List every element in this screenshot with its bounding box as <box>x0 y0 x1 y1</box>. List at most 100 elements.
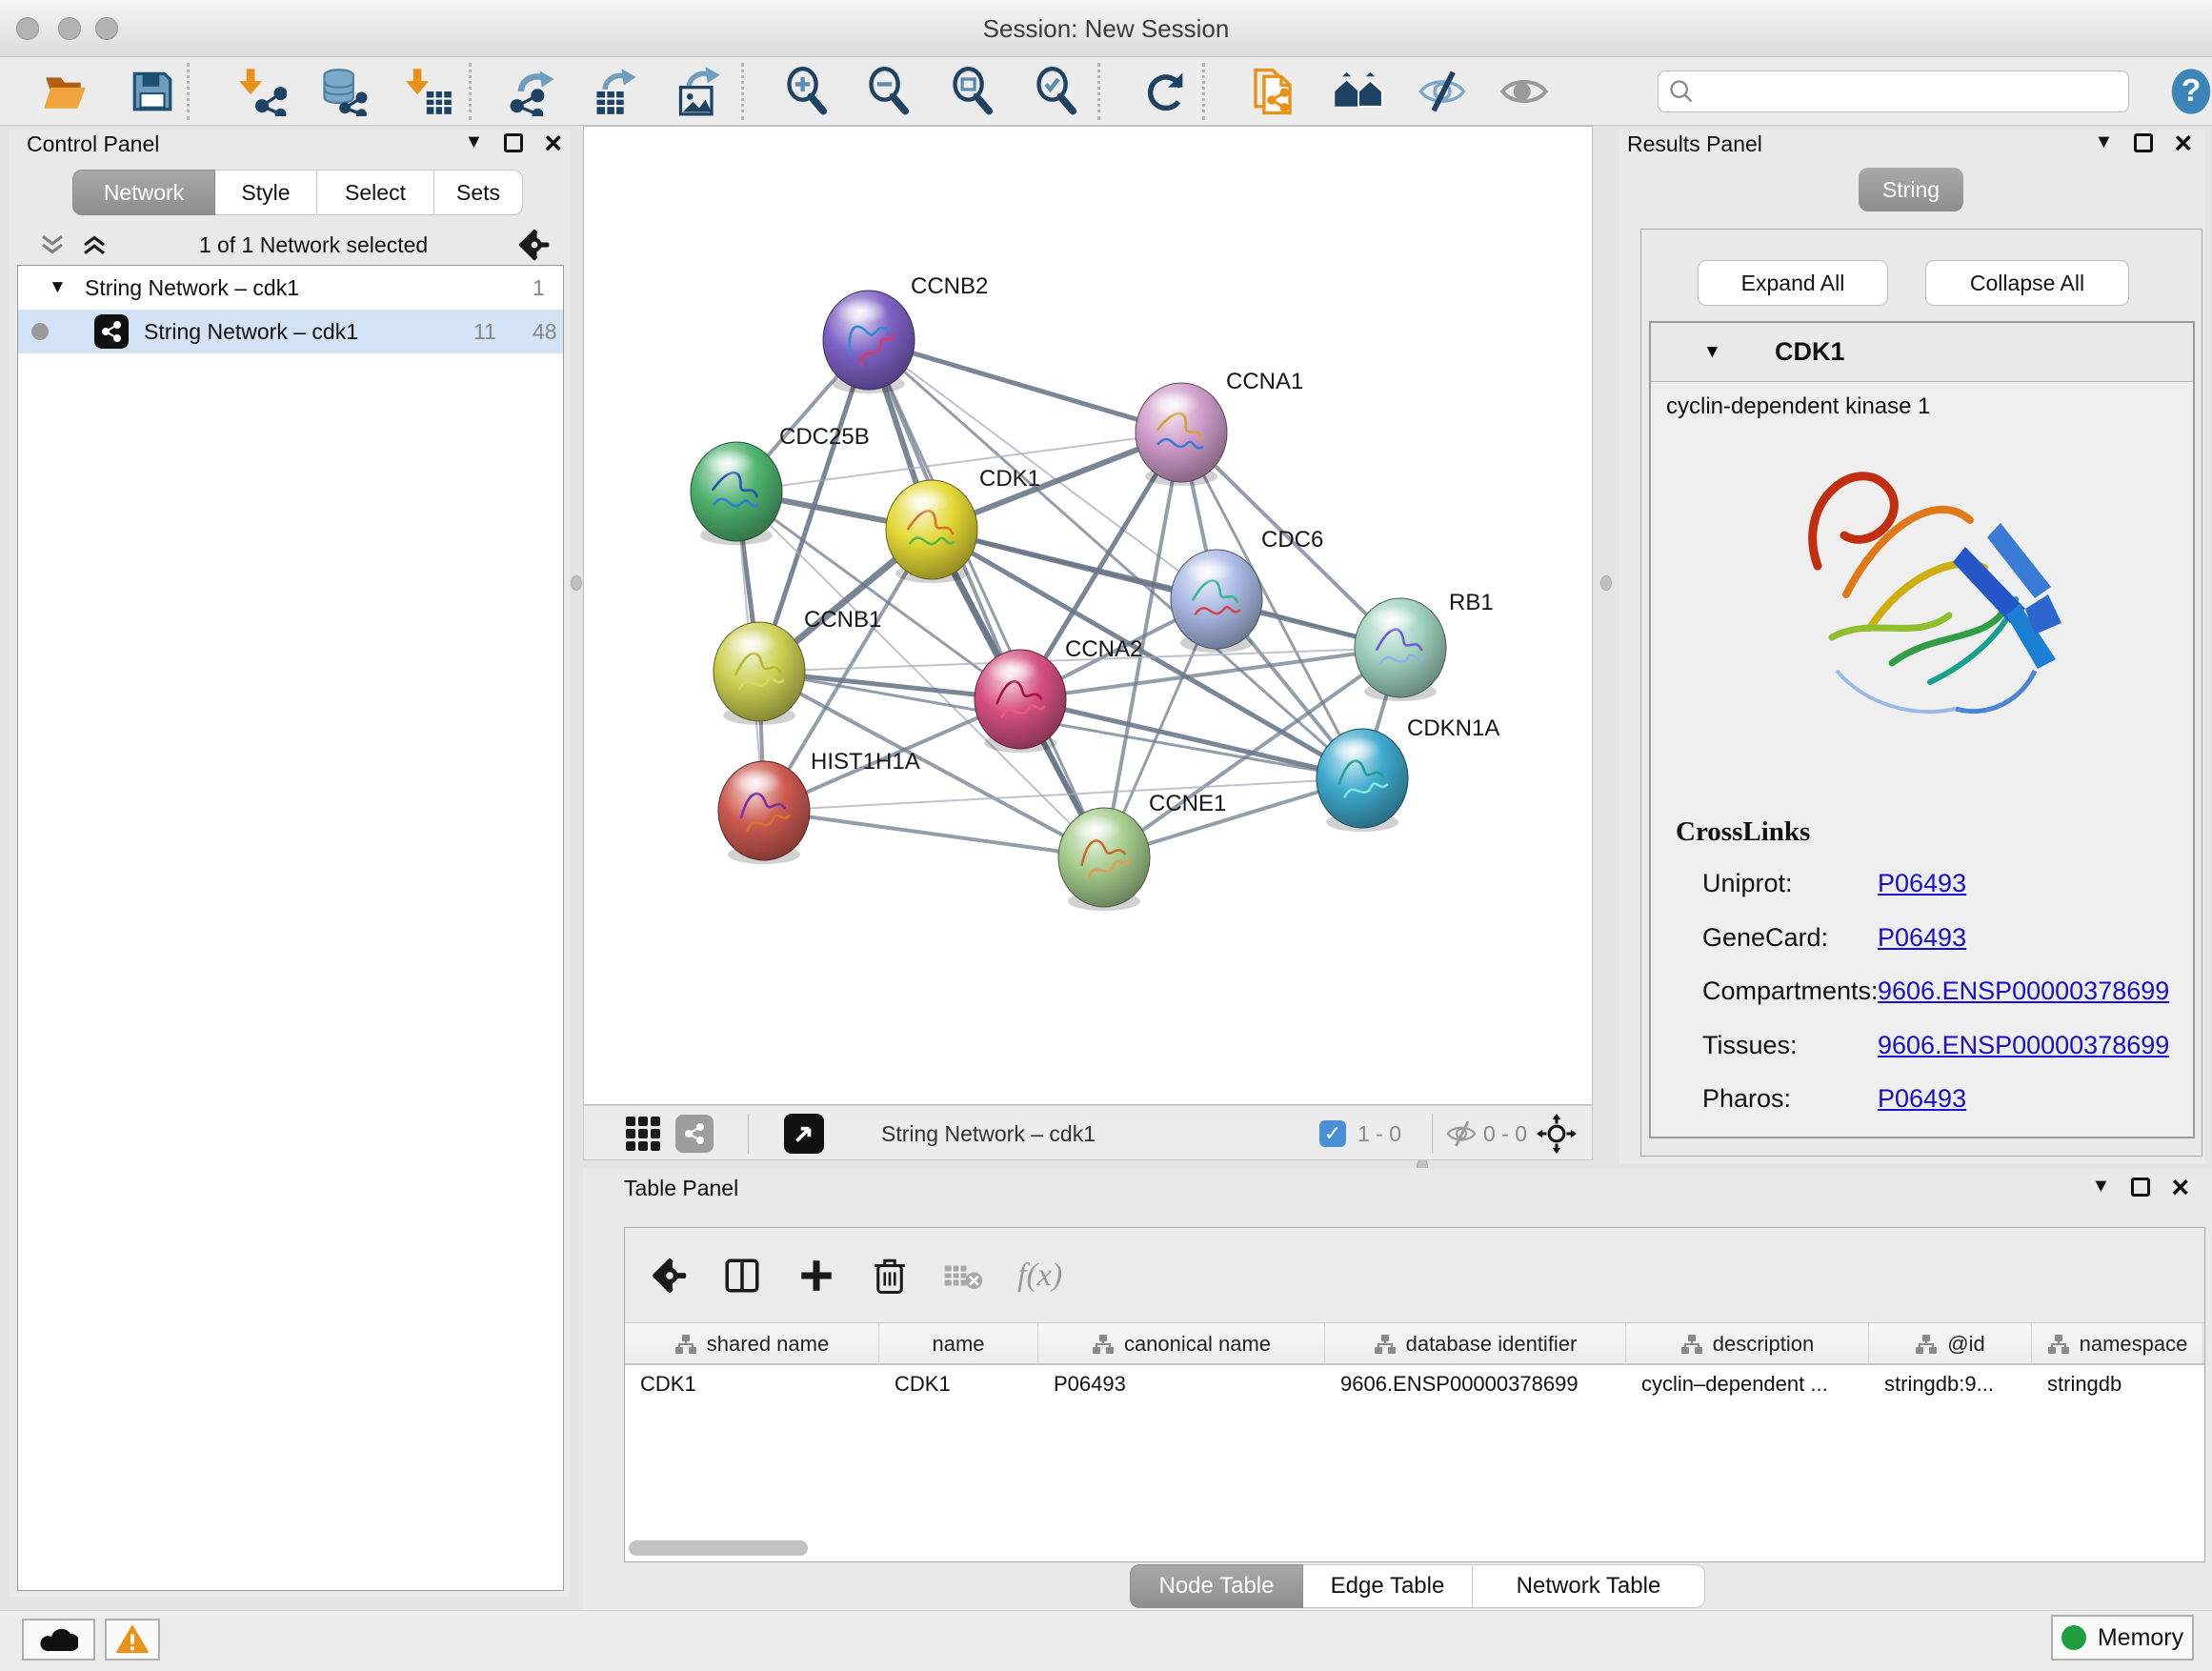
table-panel: Table Panel ▼ × f(x) shared namenamecano… <box>583 1168 2212 1610</box>
column-header-description[interactable]: description <box>1626 1323 1869 1365</box>
card-expander-icon[interactable]: ▼ <box>1703 342 1721 363</box>
open-session-icon[interactable] <box>38 65 91 118</box>
tab-node-table[interactable]: Node Table <box>1130 1564 1303 1608</box>
warning-status-button[interactable] <box>105 1619 160 1661</box>
home-networks-icon[interactable] <box>1332 65 1385 118</box>
table-cell[interactable]: CDK1 <box>625 1365 879 1403</box>
tree-expander-icon[interactable]: ▼ <box>49 277 67 298</box>
table-panel-menu-icon[interactable]: ▼ <box>2092 1176 2111 1198</box>
protein-card-header[interactable]: ▼ CDK1 <box>1651 323 2193 382</box>
results-panel-float-icon[interactable] <box>2134 133 2153 152</box>
zoom-selected-icon[interactable] <box>1031 65 1084 118</box>
control-panel-close-icon[interactable]: × <box>544 133 562 152</box>
zoom-in-icon[interactable] <box>781 65 835 118</box>
network-view-canvas[interactable]: CCNB2CCNA1CDC25BCDK1CDC6RB1CCNB1CCNA2CDK… <box>583 126 1593 1105</box>
table-panel-float-icon[interactable] <box>2131 1178 2150 1197</box>
table-cell[interactable]: cyclin–dependent ... <box>1626 1365 1869 1403</box>
zoom-out-icon[interactable] <box>863 65 916 118</box>
network-edge[interactable] <box>764 811 1104 857</box>
crosslink-link[interactable]: 9606.ENSP00000378699 <box>1878 976 2169 1006</box>
collapse-all-tree-icon[interactable] <box>38 232 67 257</box>
network-overview-share-icon[interactable] <box>675 1106 714 1161</box>
zoom-fit-icon[interactable] <box>947 65 1000 118</box>
network-node-ccna2[interactable] <box>975 650 1066 753</box>
import-network-icon[interactable] <box>235 65 289 118</box>
help-icon[interactable]: ? <box>2164 65 2212 118</box>
tab-select[interactable]: Select <box>317 170 434 215</box>
control-panel-menu-icon[interactable]: ▼ <box>465 131 484 153</box>
table-cell[interactable]: stringdb:9... <box>1869 1365 2032 1403</box>
column-header-namespace[interactable]: namespace <box>2032 1323 2203 1365</box>
results-panel-close-icon[interactable]: × <box>2174 133 2192 152</box>
table-options-gear-icon[interactable] <box>652 1258 688 1294</box>
column-header-canonical-name[interactable]: canonical name <box>1038 1323 1325 1365</box>
results-panel-menu-icon[interactable]: ▼ <box>2095 131 2114 153</box>
search-input[interactable] <box>1702 78 2128 105</box>
node-label-rb1: RB1 <box>1449 590 1494 615</box>
table-cell[interactable]: stringdb <box>2032 1365 2203 1403</box>
right-splitter-handle[interactable] <box>1600 575 1612 591</box>
hide-panels-eye-slash-icon[interactable] <box>1416 65 1469 118</box>
tab-network-table[interactable]: Network Table <box>1473 1564 1705 1608</box>
cloud-status-button[interactable] <box>22 1619 95 1661</box>
selected-nodes-checkbox[interactable]: ✓ <box>1319 1106 1346 1161</box>
memory-button[interactable]: Memory <box>2051 1615 2194 1661</box>
export-table-icon[interactable] <box>589 65 642 118</box>
show-grid-icon[interactable] <box>626 1106 660 1161</box>
crosslink-link[interactable]: 9606.ENSP00000378699 <box>1878 1031 2169 1060</box>
control-panel-float-icon[interactable] <box>504 133 523 152</box>
table-cell[interactable]: 9606.ENSP00000378699 <box>1325 1365 1626 1403</box>
network-row-selected[interactable]: String Network – cdk1 11 48 <box>18 310 563 353</box>
tab-string[interactable]: String <box>1859 168 1963 211</box>
column-header-id[interactable]: @id <box>1869 1323 2032 1365</box>
tab-network[interactable]: Network <box>72 170 215 215</box>
network-edge[interactable] <box>869 340 1104 857</box>
refresh-icon[interactable] <box>1139 65 1193 118</box>
column-header-database-identifier[interactable]: database identifier <box>1325 1323 1626 1365</box>
tab-edge-table[interactable]: Edge Table <box>1303 1564 1473 1608</box>
column-header-shared-name[interactable]: shared name <box>625 1323 879 1365</box>
collapse-all-button[interactable]: Collapse All <box>1925 260 2129 306</box>
network-node-ccne1[interactable] <box>1058 808 1150 911</box>
column-header-label: @id <box>1947 1332 1984 1357</box>
crosslink-link[interactable]: P06493 <box>1878 1084 1966 1114</box>
crosslink-link[interactable]: P06493 <box>1878 869 1966 898</box>
network-graph[interactable]: CCNB2CCNA1CDC25BCDK1CDC6RB1CCNB1CCNA2CDK… <box>584 127 1592 1104</box>
network-node-ccnb1[interactable] <box>714 622 805 725</box>
network-node-cdkn1a[interactable] <box>1317 729 1408 832</box>
crosslink-link[interactable]: P06493 <box>1878 923 1966 953</box>
string-documents-icon[interactable] <box>1246 65 1299 118</box>
create-column-plus-icon[interactable] <box>796 1256 836 1296</box>
network-collection-row[interactable]: ▼ String Network – cdk1 1 <box>18 266 563 310</box>
tab-style[interactable]: Style <box>215 170 317 215</box>
column-header-name[interactable]: name <box>879 1323 1038 1365</box>
expand-all-tree-icon[interactable] <box>80 232 109 257</box>
show-panels-eye-icon[interactable] <box>1498 65 1551 118</box>
show-columns-icon[interactable] <box>722 1256 762 1296</box>
horizontal-scrollbar-thumb[interactable] <box>629 1540 808 1556</box>
export-network-icon[interactable] <box>507 65 560 118</box>
network-node-hist1h1a[interactable] <box>718 761 810 864</box>
export-image-icon[interactable] <box>673 65 726 118</box>
table-cell[interactable]: CDK1 <box>879 1365 1038 1403</box>
tab-sets[interactable]: Sets <box>434 170 523 215</box>
delete-column-trash-icon[interactable] <box>871 1256 909 1296</box>
network-options-gear-icon[interactable] <box>518 229 551 261</box>
cloud-icon <box>40 1625 78 1654</box>
network-edge[interactable] <box>869 340 1181 433</box>
birds-eye-view-icon[interactable] <box>784 1106 824 1161</box>
crosslink-label: Uniprot: <box>1702 869 1793 898</box>
table-cell[interactable]: P06493 <box>1038 1365 1325 1403</box>
import-table-icon[interactable] <box>402 65 455 118</box>
network-node-cdc25b[interactable] <box>691 442 782 545</box>
table-panel-close-icon[interactable]: × <box>2171 1178 2189 1197</box>
global-search-box[interactable] <box>1658 70 2129 112</box>
save-session-icon[interactable] <box>126 65 179 118</box>
table-row[interactable]: CDK1CDK1P064939606.ENSP00000378699cyclin… <box>625 1365 2204 1403</box>
network-node-rb1[interactable] <box>1355 598 1446 701</box>
pan-crosshair-icon[interactable] <box>1537 1106 1577 1161</box>
import-network-from-database-icon[interactable] <box>316 65 370 118</box>
left-splitter-handle[interactable] <box>571 575 582 591</box>
network-node-ccna1[interactable] <box>1136 383 1227 486</box>
expand-all-button[interactable]: Expand All <box>1698 260 1888 306</box>
